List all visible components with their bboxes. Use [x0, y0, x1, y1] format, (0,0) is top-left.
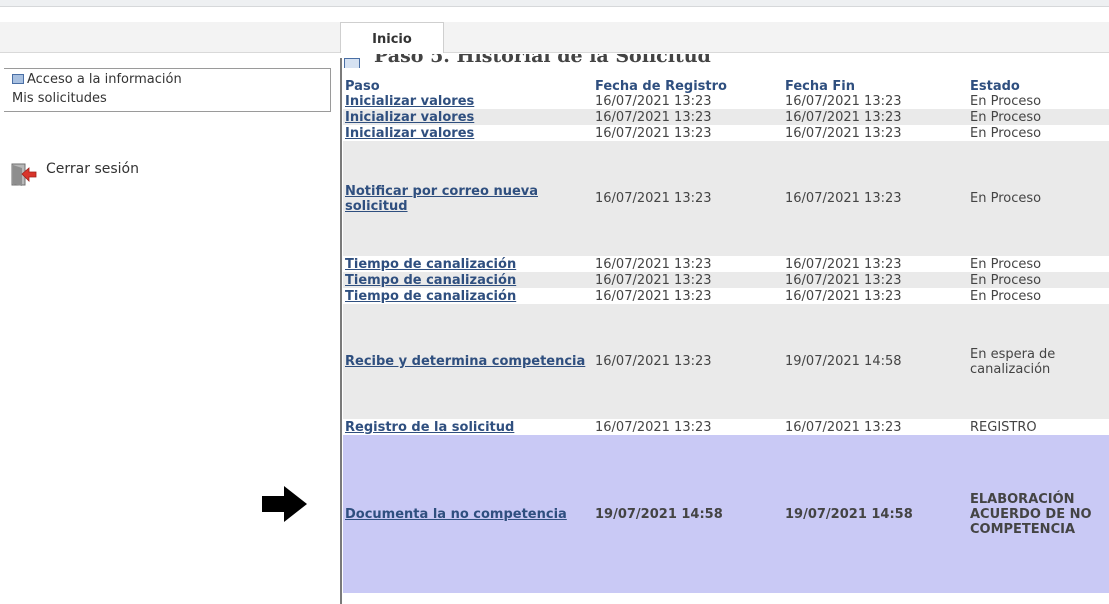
table-header-row: Paso Fecha de Registro Fecha Fin Estado — [343, 79, 1109, 94]
step-link[interactable]: Recibe y determina competencia — [345, 354, 585, 369]
step-link[interactable]: Inicializar valores — [345, 126, 474, 141]
sidebar-item-mis-solicitudes[interactable]: Mis solicitudes — [12, 91, 107, 106]
table-row: Inicializar valores 16/07/2021 13:23 16/… — [343, 125, 1109, 141]
top-border — [0, 0, 1109, 7]
history-table: Paso Fecha de Registro Fecha Fin Estado … — [343, 79, 1109, 593]
sidebar-item-acceso-informacion[interactable]: Acceso a la información — [12, 72, 182, 87]
estado-cell: En Proceso — [970, 256, 1042, 272]
tab-bar — [0, 22, 1109, 53]
fin-cell: 16/07/2021 13:23 — [785, 191, 902, 206]
registro-cell: 16/07/2021 13:23 — [595, 109, 712, 125]
table-row: Recibe y determina competencia 16/07/202… — [343, 304, 1109, 419]
registro-cell: 16/07/2021 13:23 — [595, 125, 712, 141]
content-divider — [340, 58, 342, 604]
table-row-highlighted: Documenta la no competencia 19/07/2021 1… — [343, 435, 1109, 593]
registro-cell: 16/07/2021 13:23 — [595, 256, 712, 272]
sidebar-menu: Acceso a la información Mis solicitudes — [4, 68, 331, 112]
collapse-icon[interactable] — [344, 58, 360, 68]
table-row: Notificar por correo nueva solicitud 16/… — [343, 141, 1109, 256]
fin-cell: 19/07/2021 14:58 — [785, 354, 902, 369]
sidebar-item-label: Acceso a la información — [27, 72, 182, 87]
table-row: Inicializar valores 16/07/2021 13:23 16/… — [343, 109, 1109, 125]
column-header-paso[interactable]: Paso — [343, 79, 593, 94]
table-row: Registro de la solicitud 16/07/2021 13:2… — [343, 419, 1109, 435]
estado-cell: En Proceso — [970, 288, 1042, 304]
table-row: Inicializar valores 16/07/2021 13:23 16/… — [343, 94, 1109, 109]
step-link[interactable]: Documenta la no competencia — [345, 507, 567, 522]
right-arrow-icon — [262, 486, 307, 522]
fin-cell: 16/07/2021 13:23 — [785, 109, 902, 125]
step-link[interactable]: Tiempo de canalización — [345, 273, 516, 288]
logout-door-icon — [11, 163, 37, 186]
section-title: Paso 5. Historial de la Solicitud — [344, 54, 711, 68]
column-header-fecha-registro[interactable]: Fecha de Registro — [593, 79, 783, 94]
registro-cell: 16/07/2021 13:23 — [595, 354, 712, 369]
table-row: Tiempo de canalización 16/07/2021 13:23 … — [343, 288, 1109, 304]
estado-cell: En Proceso — [970, 94, 1042, 109]
step-link[interactable]: Notificar por correo nueva solicitud — [345, 184, 538, 214]
fin-cell: 19/07/2021 14:58 — [785, 506, 913, 522]
column-header-fecha-fin[interactable]: Fecha Fin — [783, 79, 968, 94]
logout-label: Cerrar sesión — [46, 161, 139, 177]
registro-cell: 16/07/2021 13:23 — [595, 94, 712, 109]
fin-cell: 16/07/2021 13:23 — [785, 288, 902, 304]
estado-cell: En Proceso — [970, 109, 1042, 125]
table-row: Tiempo de canalización 16/07/2021 13:23 … — [343, 256, 1109, 272]
table-row: Tiempo de canalización 16/07/2021 13:23 … — [343, 272, 1109, 288]
step-link[interactable]: Inicializar valores — [345, 94, 474, 109]
fin-cell: 16/07/2021 13:23 — [785, 256, 902, 272]
step-link[interactable]: Inicializar valores — [345, 110, 474, 125]
step-link[interactable]: Registro de la solicitud — [345, 420, 514, 435]
fin-cell: 16/07/2021 13:23 — [785, 272, 902, 288]
registro-cell: 16/07/2021 13:23 — [595, 272, 712, 288]
estado-cell: REGISTRO — [970, 419, 1037, 435]
estado-cell: ELABORACIÓN ACUERDO DE NO COMPETENCIA — [970, 491, 1092, 537]
registro-cell: 19/07/2021 14:58 — [595, 506, 723, 522]
estado-cell: En Proceso — [970, 191, 1042, 206]
estado-cell: En Proceso — [970, 272, 1042, 288]
menu-bullet-icon — [12, 73, 24, 84]
fin-cell: 16/07/2021 13:23 — [785, 419, 902, 435]
column-header-estado[interactable]: Estado — [968, 79, 1109, 94]
step-link[interactable]: Tiempo de canalización — [345, 257, 516, 272]
registro-cell: 16/07/2021 13:23 — [595, 191, 712, 206]
fin-cell: 16/07/2021 13:23 — [785, 125, 902, 141]
registro-cell: 16/07/2021 13:23 — [595, 288, 712, 304]
tab-inicio[interactable]: Inicio — [340, 22, 444, 53]
estado-cell: En Proceso — [970, 125, 1042, 141]
fin-cell: 16/07/2021 13:23 — [785, 94, 902, 109]
estado-cell: En espera de canalización — [970, 346, 1056, 377]
step-link[interactable]: Tiempo de canalización — [345, 289, 516, 304]
registro-cell: 16/07/2021 13:23 — [595, 419, 712, 435]
